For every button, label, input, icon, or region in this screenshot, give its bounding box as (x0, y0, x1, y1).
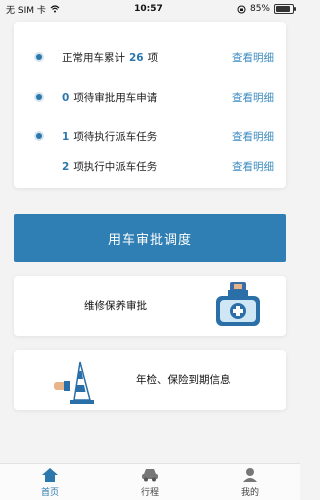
stat-text: 1 项待执行派车任务 (62, 129, 157, 144)
stat-row-pending-dispatch: 1 项待执行派车任务 查看明细 (14, 126, 286, 146)
maintenance-approval-label: 维修保养审批 (84, 300, 147, 312)
stat-suffix: 项 (147, 51, 159, 64)
bottom-tab-bar: 首页 行程 我的 (0, 463, 300, 500)
status-right: 85% (237, 4, 296, 14)
medical-kit-icon (216, 282, 260, 326)
view-details-link[interactable]: 查看明细 (232, 159, 274, 174)
stat-count: 0 (62, 91, 70, 104)
status-bar: 无 SIM 卡 10:57 85% (0, 0, 300, 18)
home-icon (42, 467, 58, 482)
view-details-link[interactable]: 查看明细 (232, 50, 274, 65)
battery-fill (276, 6, 290, 12)
stat-suffix: 项执行中派车任务 (73, 160, 158, 173)
wifi-icon (50, 5, 60, 13)
status-left: 无 SIM 卡 (6, 3, 60, 16)
orientation-lock-icon (237, 5, 246, 13)
clock-text: 10:57 (134, 4, 163, 14)
maintenance-approval-card[interactable]: 维修保养审批 (14, 276, 286, 336)
bullet-icon (36, 133, 42, 139)
tab-label: 我的 (240, 487, 259, 498)
tab-label: 行程 (140, 487, 159, 498)
stat-count: 2 (62, 160, 70, 173)
tab-trips[interactable]: 行程 (120, 467, 180, 498)
tab-label: 首页 (40, 487, 59, 498)
stat-prefix: 正常用车累计 (62, 51, 125, 64)
car-icon (142, 468, 158, 481)
inspection-insurance-label: 年检、保险到期信息 (136, 374, 231, 386)
stats-card: 正常用车累计 26 项 查看明细 0 项待审批用车申请 查看明细 1 项待执行派车任务 … (14, 22, 286, 188)
bullet-icon (36, 94, 42, 100)
stat-text: 2 项执行中派车任务 (62, 159, 157, 174)
carrier-text: 无 SIM 卡 (6, 5, 46, 16)
bullet-icon (36, 54, 42, 60)
stat-count: 1 (62, 130, 70, 143)
stat-suffix: 项待审批用车申请 (73, 91, 158, 104)
tab-home[interactable]: 首页 (20, 467, 80, 498)
user-icon (243, 467, 257, 482)
stat-row-in-progress: 2 项执行中派车任务 查看明细 (14, 156, 286, 176)
view-details-link[interactable]: 查看明细 (232, 129, 274, 144)
inspection-insurance-card[interactable]: 年检、保险到期信息 (14, 350, 286, 410)
vehicle-approval-dispatch-button[interactable]: 用车审批调度 (14, 214, 286, 262)
stat-count: 26 (129, 51, 144, 64)
traffic-cone-icon (54, 361, 94, 404)
stat-text: 正常用车累计 26 项 (62, 50, 158, 65)
stat-text: 0 项待审批用车申请 (62, 90, 157, 105)
view-details-link[interactable]: 查看明细 (232, 90, 274, 105)
tab-mine[interactable]: 我的 (220, 467, 280, 498)
stat-row-total: 正常用车累计 26 项 查看明细 (14, 47, 286, 67)
battery-icon (274, 4, 296, 14)
battery-percent: 85% (249, 4, 270, 14)
stat-row-pending-approval: 0 项待审批用车申请 查看明细 (14, 87, 286, 107)
stat-suffix: 项待执行派车任务 (73, 130, 158, 143)
